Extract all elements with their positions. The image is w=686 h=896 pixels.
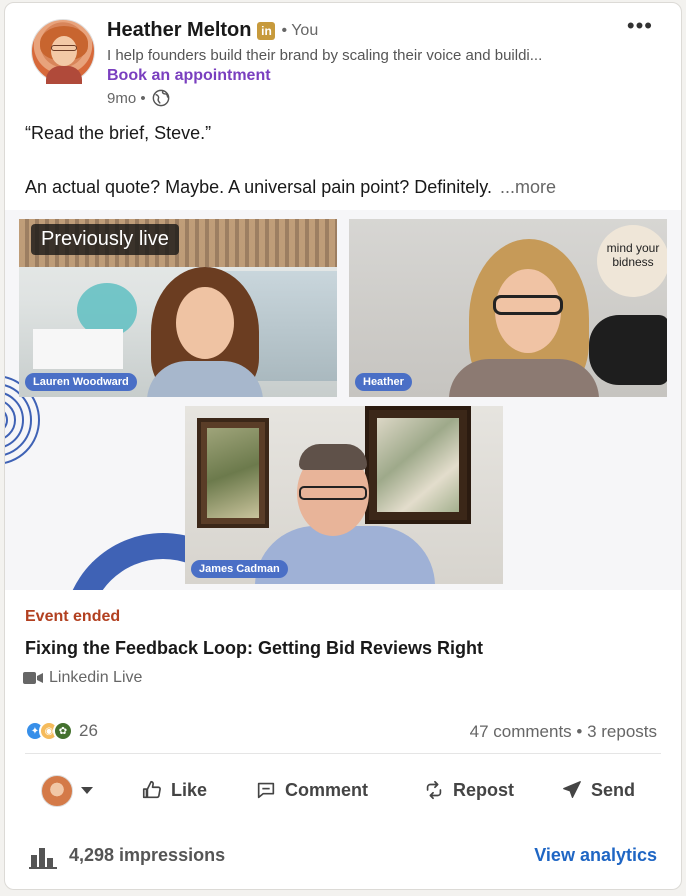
dropdown-caret-icon[interactable]: [81, 787, 93, 794]
podcast-logo-text: mind your bidness: [606, 241, 660, 269]
author-avatar[interactable]: [31, 19, 95, 84]
comment-icon: [257, 782, 275, 799]
video-tile-james[interactable]: James Cadman: [185, 406, 503, 584]
comment-label: Comment: [285, 779, 369, 800]
support-reaction-icon: ✿: [53, 721, 73, 741]
wall-painting: [197, 418, 269, 528]
avatar-shirt: [46, 66, 82, 84]
post-card: Heather Melton in • You I help founders …: [4, 2, 682, 890]
avatar-glasses: [51, 45, 77, 51]
globe-icon: [152, 89, 169, 107]
participant-glasses: [299, 486, 367, 500]
post-text-body: An actual quote? Maybe. A universal pain…: [25, 177, 492, 197]
comments-reposts-count[interactable]: 47 comments • 3 reposts: [470, 722, 657, 742]
repost-button[interactable]: Repost: [423, 779, 514, 801]
participant-face: [176, 287, 234, 359]
live-video-media[interactable]: Lauren Woodward mind your bidness Heathe…: [5, 210, 681, 590]
repost-icon: [426, 780, 442, 800]
impressions-count: 4,298 impressions: [69, 845, 226, 865]
wall-painting: [365, 406, 471, 524]
send-button[interactable]: Send: [561, 779, 635, 801]
more-options-icon[interactable]: •••: [627, 13, 653, 39]
post-time: 9mo •: [107, 89, 146, 107]
previously-live-badge: Previously live: [31, 224, 179, 255]
repost-label: Repost: [453, 779, 515, 800]
analytics-footer: 4,298 impressions View analytics: [5, 839, 681, 875]
author-headline: I help founders build their brand by sca…: [107, 47, 543, 64]
event-type-label: Linkedin Live: [49, 669, 143, 686]
author-name-row: Heather Melton in • You: [107, 19, 318, 42]
avatar-face: [51, 36, 77, 66]
author-name[interactable]: Heather Melton: [107, 19, 251, 42]
participant-hair: [299, 444, 367, 470]
send-icon: [563, 781, 581, 798]
analytics-bar-icon: [29, 848, 57, 869]
like-icon: [142, 780, 161, 799]
post-text-line2: An actual quote? Maybe. A universal pain…: [25, 177, 556, 198]
participant-name-tag: Lauren Woodward: [25, 373, 137, 391]
like-label: Like: [171, 779, 208, 800]
participant-glasses: [493, 295, 563, 315]
reception-desk: [33, 329, 123, 369]
participant-name-tag: James Cadman: [191, 560, 288, 578]
actor-avatar[interactable]: [41, 775, 73, 807]
see-more-link[interactable]: ...more: [500, 177, 556, 197]
reactions-summary[interactable]: ✦ ◉ ✿ 26: [25, 721, 98, 741]
comment-button[interactable]: Comment: [255, 779, 368, 801]
participant-body: [449, 359, 599, 397]
view-analytics-link[interactable]: View analytics: [534, 845, 657, 866]
connection-degree: • You: [281, 21, 319, 39]
event-type: Linkedin Live: [23, 669, 142, 687]
book-appointment-link[interactable]: Book an appointment: [107, 67, 271, 85]
post-text-line1: “Read the brief, Steve.”: [25, 123, 212, 143]
microphone: [589, 315, 667, 385]
video-camera-icon: [23, 672, 43, 684]
linkedin-badge-icon: in: [257, 21, 276, 40]
post-meta: 9mo •: [107, 89, 170, 107]
participant-name-tag: Heather: [355, 373, 412, 391]
video-tile-heather[interactable]: mind your bidness Heather: [349, 219, 667, 397]
action-bar: Like Comment Repost Send: [5, 773, 681, 813]
event-title[interactable]: Fixing the Feedback Loop: Getting Bid Re…: [25, 638, 483, 659]
event-status: Event ended: [25, 608, 121, 625]
divider: [25, 753, 661, 754]
send-label: Send: [591, 779, 636, 800]
reaction-count: 26: [79, 721, 98, 740]
like-button[interactable]: Like: [141, 779, 207, 801]
